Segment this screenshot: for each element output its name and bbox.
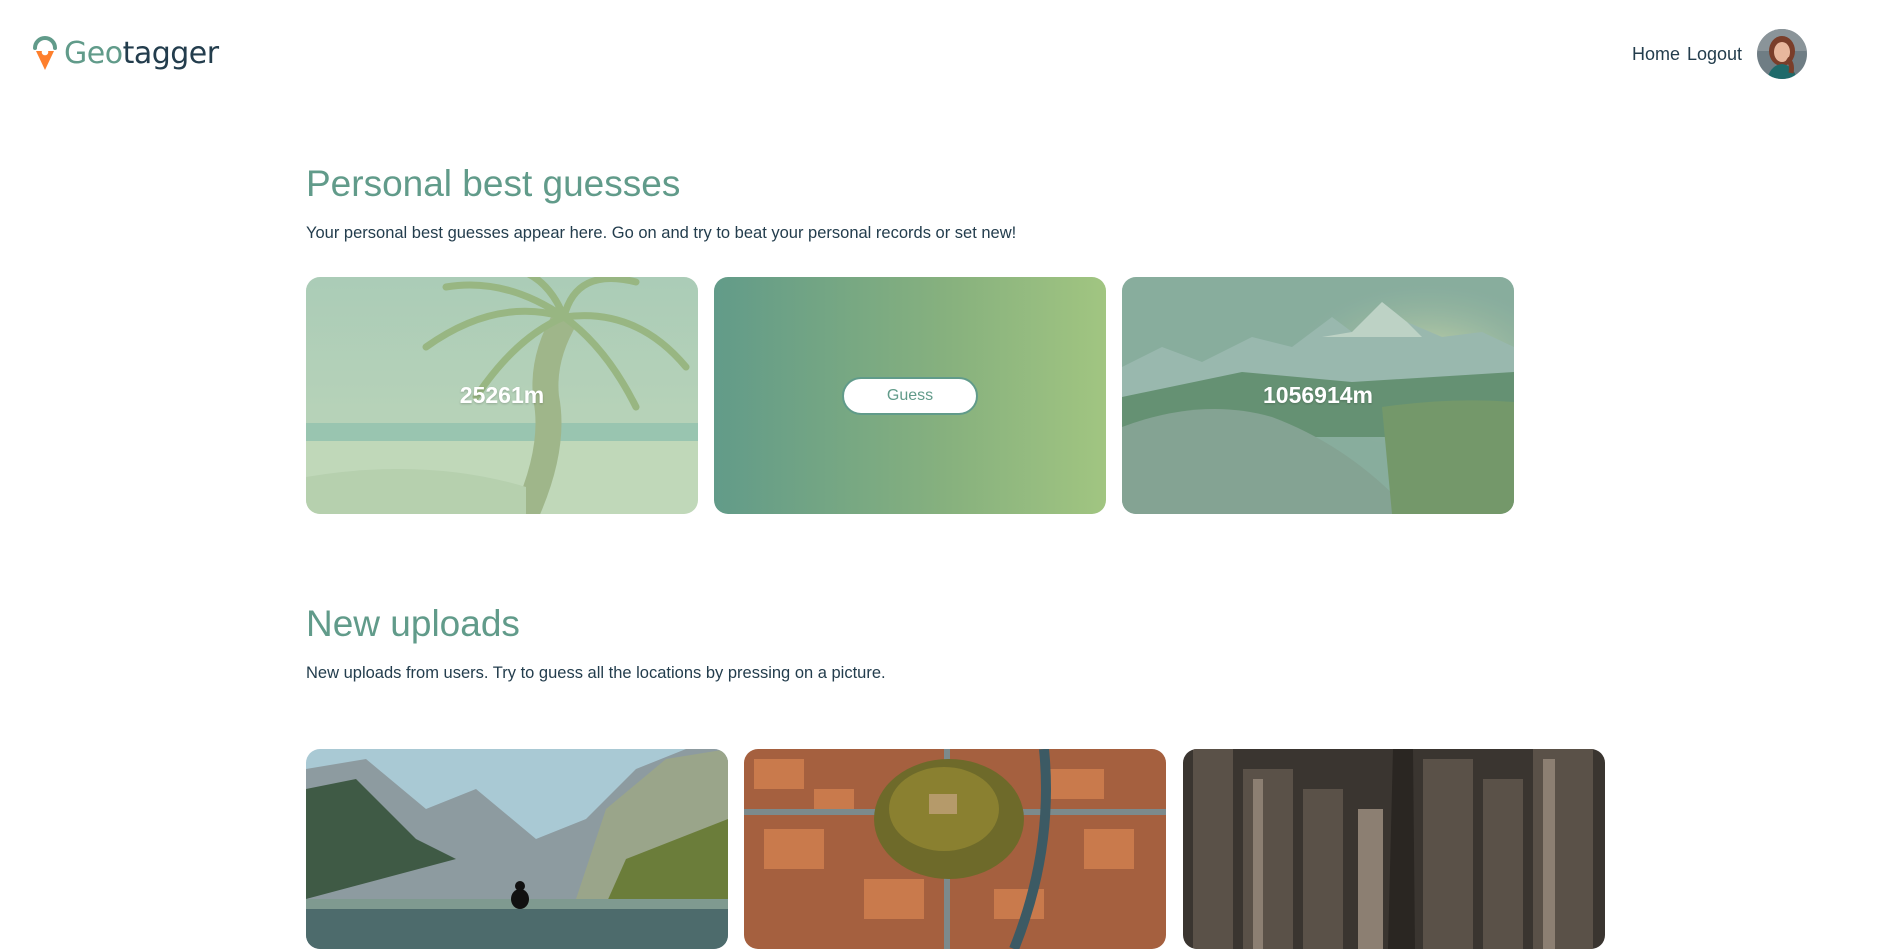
city-aerial-photo xyxy=(744,749,1166,949)
upload-card-skyscrapers[interactable] xyxy=(1183,749,1605,949)
new-uploads-description: New uploads from users. Try to guess all… xyxy=(306,664,886,682)
logo-text-geo: Geo xyxy=(64,36,123,71)
user-avatar-image xyxy=(1757,29,1807,79)
logo-text-tagger: tagger xyxy=(122,36,220,71)
geotagger-logo[interactable]: Geotagger xyxy=(32,32,219,76)
skyscrapers-photo xyxy=(1183,749,1605,949)
new-uploads-title: New uploads xyxy=(306,603,520,644)
nav-logout-link[interactable]: Logout xyxy=(1687,44,1742,65)
nav-home-link[interactable]: Home xyxy=(1632,44,1680,65)
personal-best-card-empty: Guess xyxy=(714,277,1106,514)
personal-best-card-mountains[interactable]: 1056914m xyxy=(1122,277,1514,514)
personal-best-description: Your personal best guesses appear here. … xyxy=(306,224,1017,242)
upload-card-lake[interactable] xyxy=(306,749,728,949)
personal-best-title: Personal best guesses xyxy=(306,163,681,204)
best-distance-value: 25261m xyxy=(459,382,545,408)
location-pin-icon xyxy=(33,36,57,70)
lake-photo xyxy=(306,749,728,949)
guess-button[interactable]: Guess xyxy=(842,376,978,415)
logo-text: Geotagger xyxy=(64,32,219,76)
personal-best-card-beach[interactable]: 25261m xyxy=(306,277,698,514)
upload-card-city[interactable] xyxy=(744,749,1166,949)
best-distance-value: 1056914m xyxy=(1263,382,1373,408)
top-navbar: Geotagger Home Logout xyxy=(0,0,1899,108)
user-avatar[interactable] xyxy=(1757,29,1807,79)
